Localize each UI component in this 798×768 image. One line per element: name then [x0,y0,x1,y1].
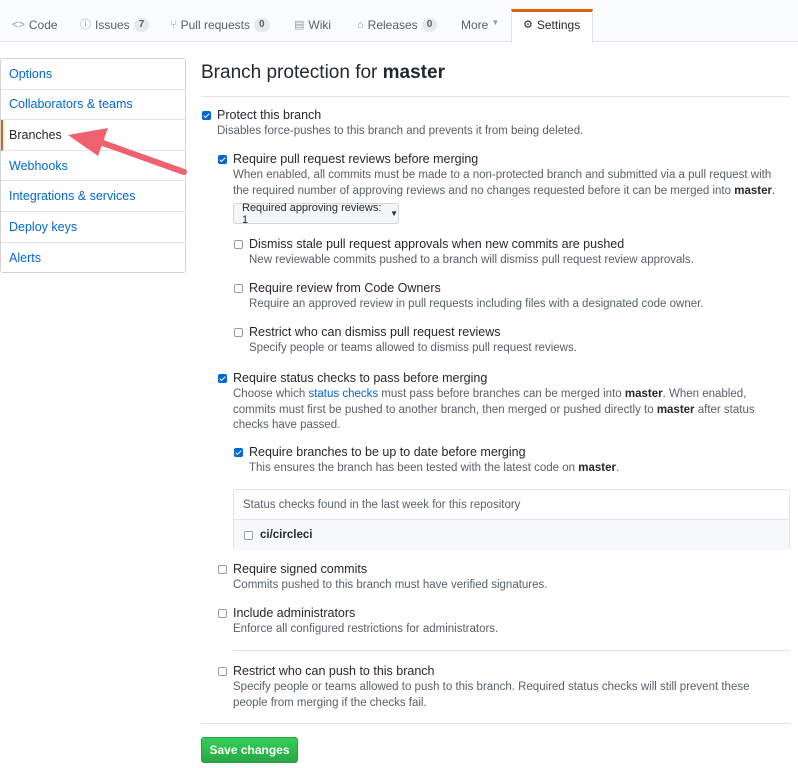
issue-icon: ⓘ [80,19,91,31]
protect-branch-note: Disables force-pushes to this branch and… [217,125,584,137]
tab-wiki[interactable]: ▤ Wiki [294,10,331,42]
caret-down-icon: ▼ [390,209,398,218]
restrict-push-label: Restrict who can push to this branch [233,664,435,678]
code-owners-label: Require review from Code Owners [249,281,441,295]
signed-commits-note: Commits pushed to this branch must have … [233,579,548,591]
require-reviews-checkbox[interactable] [218,155,227,164]
approving-reviews-label: Required approving reviews: 1 [242,201,382,226]
dismiss-stale-note: New reviewable commits pushed to a branc… [249,254,694,266]
require-reviews-note: When enabled, all commits must be made t… [233,168,783,199]
book-icon: ▤ [294,19,305,31]
tab-more-label: More [461,18,489,32]
require-reviews-note-end: . [771,184,776,197]
tab-more[interactable]: More ▼ [461,10,499,42]
up-to-date-note-branch: master [578,462,616,474]
code-owners-checkbox[interactable] [234,284,243,293]
status-checks-note-branch2: master [656,403,695,416]
protect-branch-checkbox[interactable] [202,111,211,120]
pull-request-icon: ⑂ [170,19,177,31]
restrict-dismiss-label: Restrict who can dismiss pull request re… [249,325,501,339]
restrict-dismiss-note: Specify people or teams allowed to dismi… [249,342,577,354]
sidebar-item-integrations[interactable]: Integrations & services [1,181,185,212]
status-check-name: ci/circleci [260,529,313,541]
code-icon: <> [12,19,25,31]
tag-icon: ⌂ [357,19,364,31]
tab-pull-requests-label: Pull requests [180,18,250,32]
signed-commits-checkbox[interactable] [218,565,227,574]
page-title-branch: master [382,62,445,83]
status-checks-note: Choose which status checks must pass bef… [233,387,783,434]
restrict-push-checkbox[interactable] [218,667,227,676]
pull-requests-counter: 0 [253,18,270,32]
status-checks-box-header: Status checks found in the last week for… [234,490,789,520]
up-to-date-label: Require branches to be up to date before… [249,445,526,459]
footer-divider [201,723,790,724]
sidebar-item-options[interactable]: Options [1,59,185,90]
section-divider [233,650,790,651]
status-checks-note-a: Choose which [233,388,309,400]
circleci-checkbox[interactable] [244,530,253,540]
status-check-row[interactable]: ci/circleci [234,520,789,550]
releases-counter: 0 [421,18,438,32]
status-checks-label: Require status checks to pass before mer… [233,371,488,385]
tab-code-label: Code [28,18,58,32]
repo-nav-tabs: <> Code ⓘ Issues 7 ⑂ Pull requests 0 ▤ W… [0,0,798,43]
include-admins-label: Include administrators [233,606,356,620]
up-to-date-checkbox[interactable] [234,448,243,457]
issues-counter: 7 [133,18,150,32]
up-to-date-note-end: . [615,462,620,474]
sidebar-item-alerts[interactable]: Alerts [1,243,185,274]
annotation-arrow-icon [68,128,187,175]
restrict-dismiss-checkbox[interactable] [234,328,243,337]
page-title-prefix: Branch protection for [201,62,383,83]
restrict-push-note: Specify people or teams allowed to push … [233,681,750,709]
tab-issues-label: Issues [95,18,130,32]
sidebar-item-collaborators[interactable]: Collaborators & teams [1,90,185,121]
up-to-date-note: This ensures the branch has been tested … [249,461,789,477]
tab-releases-label: Releases [367,18,418,32]
code-owners-note: Require an approved review in pull reque… [249,298,704,310]
page-title: Branch protection for master [201,58,791,88]
tab-settings-label: Settings [536,18,581,32]
save-changes-button[interactable]: Save changes [201,737,298,763]
gear-icon: ⚙ [523,19,533,31]
chevron-down-icon: ▼ [491,18,500,27]
status-checks-checkbox[interactable] [218,374,227,383]
up-to-date-note-text: This ensures the branch has been tested … [249,462,579,474]
status-checks-link[interactable]: status checks [308,388,378,400]
tab-issues[interactable]: ⓘ Issues 7 [80,10,150,42]
tab-code[interactable]: <> Code [12,10,58,42]
require-reviews-note-branch: master [734,184,772,197]
include-admins-checkbox[interactable] [218,609,227,618]
tab-wiki-label: Wiki [308,18,332,32]
dismiss-stale-checkbox[interactable] [234,240,243,249]
tab-pull-requests[interactable]: ⑂ Pull requests 0 [170,10,270,42]
status-checks-box: Status checks found in the last week for… [233,489,790,550]
approving-reviews-dropdown[interactable]: Required approving reviews: 1 ▼ [233,201,399,226]
protect-branch-label: Protect this branch [217,108,322,122]
status-checks-note-b: must pass before branches can be merged … [378,388,625,400]
dismiss-stale-label: Dismiss stale pull request approvals whe… [249,237,625,251]
signed-commits-label: Require signed commits [233,562,368,576]
tab-settings[interactable]: ⚙ Settings [511,9,593,43]
sidebar-item-deploy-keys[interactable]: Deploy keys [1,212,185,243]
title-divider [201,96,790,97]
status-checks-note-branch: master [624,388,663,400]
require-reviews-label: Require pull request reviews before merg… [233,152,479,166]
include-admins-note: Enforce all configured restrictions for … [233,623,499,635]
branch-protection-panel: Branch protection for master [201,58,791,88]
require-reviews-note-text: When enabled, all commits must be made t… [233,169,772,197]
tab-releases[interactable]: ⌂ Releases 0 [357,10,438,42]
